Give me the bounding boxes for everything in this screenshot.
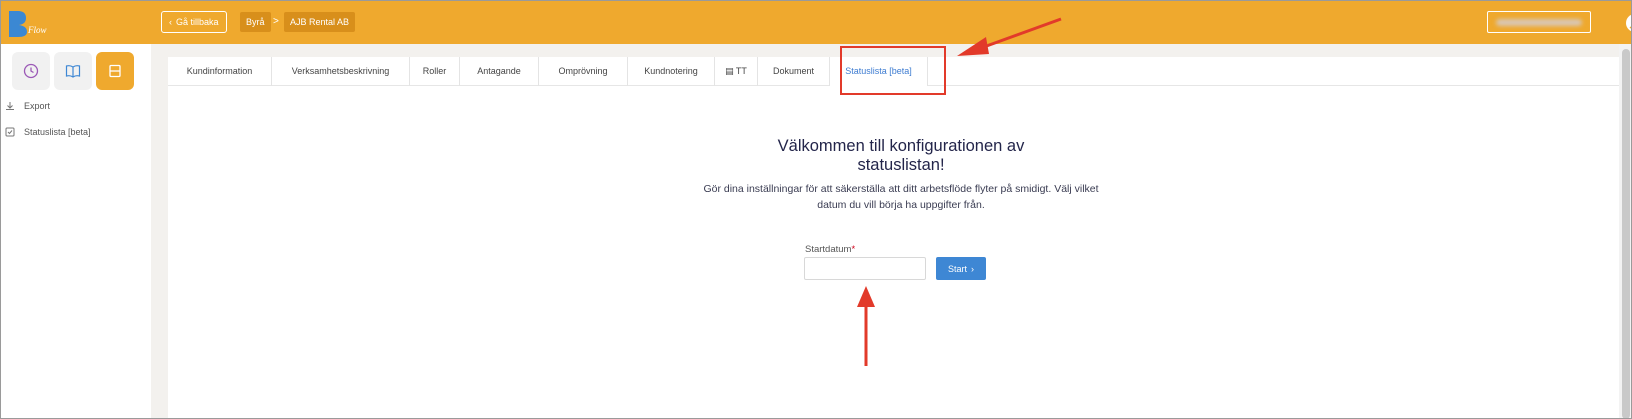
printer-icon: ▤ bbox=[725, 66, 734, 76]
user-menu[interactable] bbox=[1487, 11, 1591, 33]
logo-area: Flow bbox=[1, 1, 151, 44]
app-window: Flow ‹ Gå tillbaka Byrå > AJB Rental AB bbox=[0, 0, 1632, 419]
start-button-label: Start bbox=[947, 263, 967, 274]
sidebar: Export Statuslista [beta] bbox=[1, 44, 151, 418]
start-date-input[interactable] bbox=[804, 257, 926, 280]
tab-omprovning[interactable]: Omprövning bbox=[539, 57, 628, 86]
sidebar-item-label: Export bbox=[24, 101, 51, 111]
chevron-right-icon: › bbox=[971, 263, 974, 274]
redacted-user-name bbox=[1496, 19, 1582, 26]
welcome-subtitle: Gör dina inställningar för att säkerstäl… bbox=[703, 183, 1099, 211]
breadcrumb-separator: > bbox=[273, 16, 279, 27]
breadcrumb-firm[interactable]: Byrå bbox=[240, 12, 271, 32]
sidebar-item-label: Statuslista [beta] bbox=[24, 127, 91, 137]
sidebar-item-statuslista[interactable]: Statuslista [beta] bbox=[5, 127, 91, 137]
book-icon bbox=[65, 65, 81, 78]
required-marker: * bbox=[851, 244, 856, 255]
tab-tt-label: TT bbox=[735, 66, 747, 76]
sidebar-layout-button[interactable] bbox=[96, 52, 134, 90]
user-avatar-icon[interactable] bbox=[1625, 13, 1632, 33]
sidebar-item-export[interactable]: Export bbox=[5, 101, 50, 111]
svg-text:Flow: Flow bbox=[27, 25, 47, 35]
scrollbar-thumb[interactable] bbox=[1622, 49, 1630, 418]
sidebar-history-button[interactable] bbox=[12, 52, 50, 90]
sidebar-docs-button[interactable] bbox=[54, 52, 92, 90]
chevron-left-icon: ‹ bbox=[169, 17, 172, 27]
clock-icon bbox=[23, 63, 39, 79]
back-button[interactable]: ‹ Gå tillbaka bbox=[161, 11, 227, 33]
tab-tt[interactable]: ▤ TT bbox=[715, 57, 758, 86]
checkbox-icon bbox=[5, 127, 15, 137]
back-button-label: Gå tillbaka bbox=[176, 17, 219, 27]
start-button[interactable]: Start › bbox=[936, 257, 986, 280]
annotation-highlight-box bbox=[840, 46, 946, 95]
breadcrumb-client[interactable]: AJB Rental AB bbox=[284, 12, 356, 32]
start-date-label: Startdatum* bbox=[805, 244, 855, 255]
tab-antagande[interactable]: Antagande bbox=[460, 57, 539, 86]
tab-kundinformation[interactable]: Kundinformation bbox=[168, 57, 272, 86]
start-date-label-text: Startdatum bbox=[805, 244, 852, 255]
tab-verksamhetsbeskrivning[interactable]: Verksamhetsbeskrivning bbox=[272, 57, 410, 86]
welcome-title: Välkommen till konfigurationen av status… bbox=[777, 137, 1025, 174]
tab-kundnotering[interactable]: Kundnotering bbox=[628, 57, 715, 86]
tab-dokument[interactable]: Dokument bbox=[758, 57, 830, 86]
flow-logo-icon: Flow bbox=[9, 11, 47, 37]
download-icon bbox=[6, 102, 14, 110]
main-panel bbox=[168, 86, 1622, 418]
layout-icon bbox=[109, 64, 121, 78]
tab-roller[interactable]: Roller bbox=[410, 57, 460, 86]
